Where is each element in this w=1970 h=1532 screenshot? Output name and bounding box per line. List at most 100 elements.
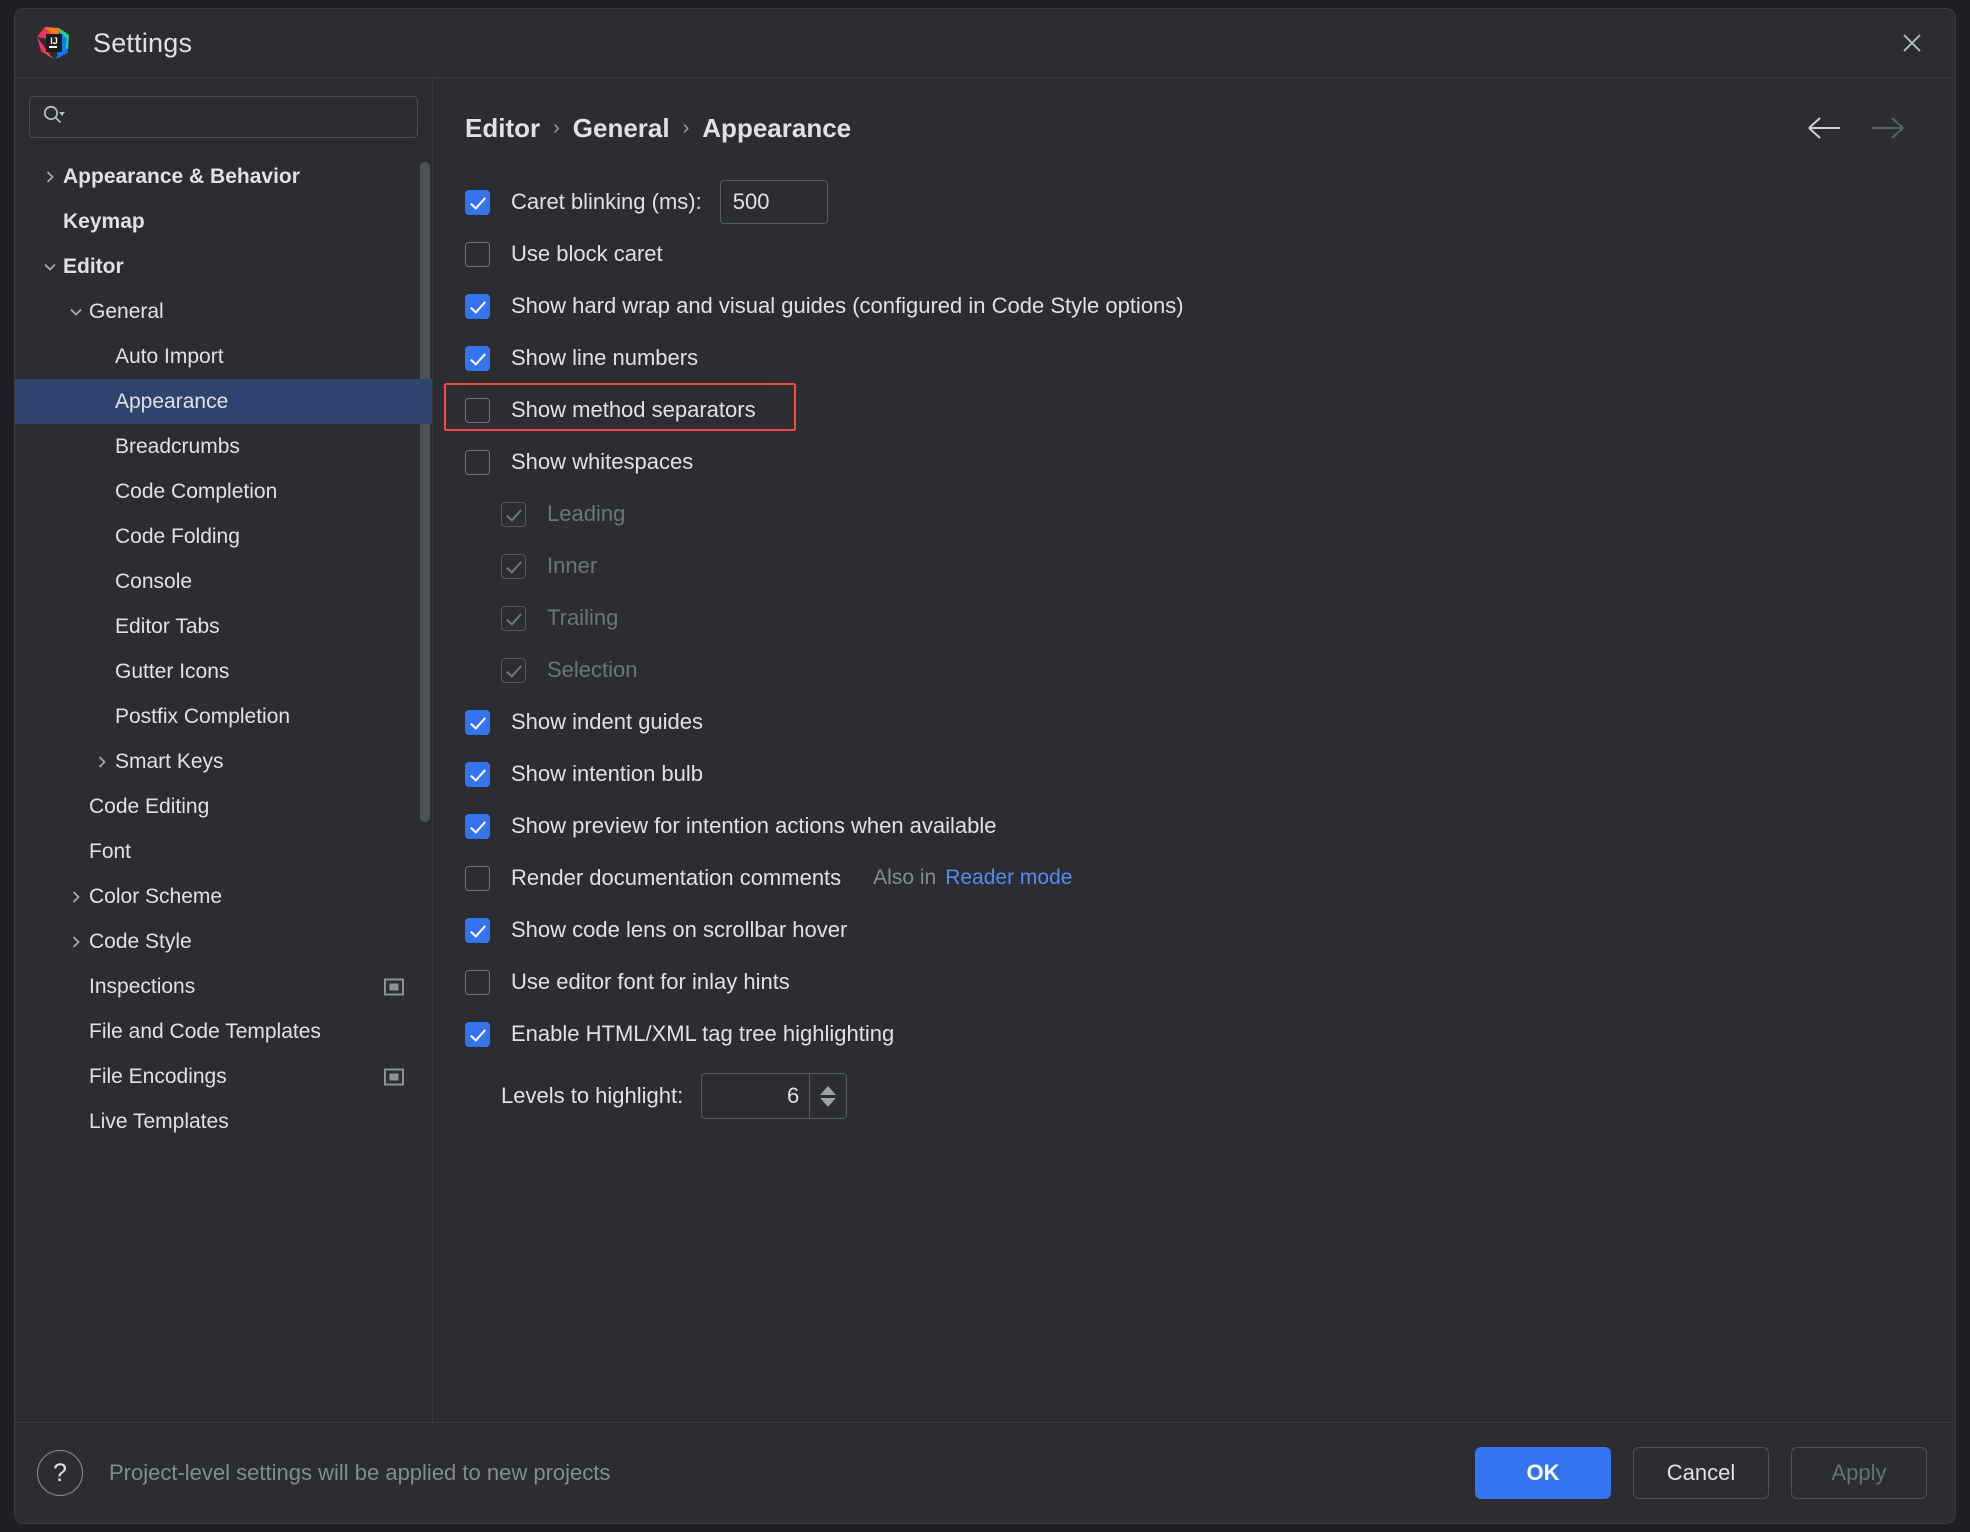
option-row-show-intention-bulb: Show intention bulb (465, 748, 1921, 800)
sidebar-item-code-folding[interactable]: Code Folding (15, 514, 432, 559)
sidebar-item-editor-tabs[interactable]: Editor Tabs (15, 604, 432, 649)
sidebar-item-label: File Encodings (89, 1064, 227, 1088)
option-row-show-hard-wrap-and-visual-guides-configured-in-code-style-options: Show hard wrap and visual guides (config… (465, 280, 1921, 332)
levels-to-highlight-stepper (701, 1073, 848, 1119)
svg-text:IJ: IJ (50, 36, 58, 46)
option-row-caret-blinking-ms: Caret blinking (ms): (465, 176, 1921, 228)
levels-to-highlight-input[interactable] (701, 1073, 810, 1119)
sidebar-item-appearance-behavior[interactable]: Appearance & Behavior (15, 154, 432, 199)
checkbox-selection (501, 657, 526, 683)
option-label: Show intention bulb (511, 761, 704, 786)
navigation-arrows (1805, 108, 1907, 148)
sidebar-item-label: Font (89, 839, 132, 863)
option-row-trailing: Trailing (465, 592, 1921, 644)
checkbox-leading (501, 501, 526, 527)
search-icon (42, 104, 66, 131)
checkbox-render-documentation-comments[interactable] (465, 865, 490, 891)
spinner-down-icon[interactable] (820, 1097, 837, 1107)
sidebar-item-code-style[interactable]: Code Style (15, 919, 432, 964)
help-icon[interactable]: ? (37, 1450, 83, 1496)
search-box[interactable] (29, 96, 418, 138)
sidebar-item-label: Postfix Completion (115, 704, 291, 728)
sidebar-item-code-completion[interactable]: Code Completion (15, 469, 432, 514)
sidebar-item-general[interactable]: General (15, 289, 432, 334)
sidebar-item-appearance[interactable]: Appearance (15, 379, 432, 424)
checkbox-show-indent-guides[interactable] (465, 709, 490, 735)
settings-content: Editor › General › Appearance Caret blinking… (433, 78, 1955, 1422)
caret-blinking-input[interactable] (719, 180, 828, 224)
sidebar-item-label: Appearance (115, 389, 229, 413)
sidebar-item-auto-import[interactable]: Auto Import (15, 334, 432, 379)
arrow-left-icon[interactable] (1805, 108, 1845, 148)
chevron-right-icon[interactable] (63, 935, 89, 949)
sidebar-item-console[interactable]: Console (15, 559, 432, 604)
option-label: Selection (547, 657, 638, 682)
sidebar-item-label: Breadcrumbs (115, 434, 240, 458)
sidebar-item-live-templates[interactable]: Live Templates (15, 1099, 432, 1144)
close-icon[interactable] (1891, 22, 1933, 64)
sidebar-item-label: Auto Import (115, 344, 224, 368)
checkbox-show-intention-bulb[interactable] (465, 761, 490, 787)
dialog-footer: ? Project-level settings will be applied… (15, 1423, 1955, 1523)
option-row-inner: Inner (465, 540, 1921, 592)
sidebar-item-smart-keys[interactable]: Smart Keys (15, 739, 432, 784)
breadcrumb: Editor › General › Appearance (465, 113, 1805, 144)
levels-to-highlight-label: Levels to highlight: (501, 1083, 684, 1108)
breadcrumb-separator: › (553, 116, 560, 139)
chevron-down-icon[interactable] (63, 305, 89, 319)
sidebar-item-keymap[interactable]: Keymap (15, 199, 432, 244)
sidebar-item-editor[interactable]: Editor (15, 244, 432, 289)
chevron-right-icon[interactable] (37, 170, 63, 184)
sidebar-item-label: Inspections (89, 974, 196, 998)
sidebar-item-gutter-icons[interactable]: Gutter Icons (15, 649, 432, 694)
sidebar-item-label: Live Templates (89, 1109, 229, 1133)
appearance-options-list: Caret blinking (ms): Use block caret Show … (433, 148, 1955, 1422)
option-label: Render documentation comments (511, 865, 842, 890)
breadcrumb-separator: › (682, 116, 690, 139)
chevron-right-icon[interactable] (63, 890, 89, 904)
checkbox-use-editor-font-for-inlay-hints[interactable] (465, 969, 490, 995)
sidebar-item-code-editing[interactable]: Code Editing (15, 784, 432, 829)
sidebar-item-label: Color Scheme (89, 884, 223, 908)
search-area (15, 78, 432, 152)
checkbox-show-preview-for-intention-actions-when-available[interactable] (465, 813, 490, 839)
footer-note: Project-level settings will be applied t… (109, 1460, 611, 1485)
sidebar-item-file-encodings[interactable]: File Encodings (15, 1054, 432, 1099)
spinner-up-icon[interactable] (820, 1085, 837, 1095)
breadcrumb-item-editor[interactable]: Editor (465, 113, 540, 144)
project-level-settings-icon (384, 1068, 404, 1085)
checkbox-enable-html-xml-tag-tree-highlighting[interactable] (465, 1021, 490, 1047)
option-row-show-code-lens-on-scrollbar-hover: Show code lens on scrollbar hover (465, 904, 1921, 956)
settings-dialog: IJ Settings Appearance & Behavior Keymap… (14, 8, 1956, 1524)
checkbox-show-line-numbers[interactable] (465, 345, 490, 371)
sidebar-item-label: Code Completion (115, 479, 278, 503)
sidebar-item-inspections[interactable]: Inspections (15, 964, 432, 1009)
sidebar-item-color-scheme[interactable]: Color Scheme (15, 874, 432, 919)
checkbox-caret-blinking-ms[interactable] (465, 189, 490, 215)
checkbox-show-method-separators[interactable] (465, 397, 490, 423)
search-input[interactable] (74, 106, 405, 128)
checkbox-show-hard-wrap-and-visual-guides-configured-in-code-style-options[interactable] (465, 293, 490, 319)
checkbox-show-code-lens-on-scrollbar-hover[interactable] (465, 917, 490, 943)
cancel-button[interactable]: Cancel (1633, 1447, 1769, 1499)
option-row-enable-html-xml-tag-tree-highlighting: Enable HTML/XML tag tree highlighting (465, 1008, 1921, 1060)
intellij-idea-logo-icon: IJ (35, 25, 71, 61)
option-label: Use editor font for inlay hints (511, 969, 790, 994)
sidebar-item-postfix-completion[interactable]: Postfix Completion (15, 694, 432, 739)
chevron-right-icon[interactable] (89, 755, 115, 769)
chevron-down-icon[interactable] (37, 260, 63, 274)
ok-button[interactable]: OK (1475, 1447, 1611, 1499)
breadcrumb-item-general[interactable]: General (573, 113, 670, 144)
reader-mode-link[interactable]: Reader mode (945, 866, 1072, 889)
sidebar-item-breadcrumbs[interactable]: Breadcrumbs (15, 424, 432, 469)
option-label: Use block caret (511, 241, 663, 266)
spinner-buttons[interactable] (809, 1073, 848, 1119)
sidebar-item-font[interactable]: Font (15, 829, 432, 874)
checkbox-show-whitespaces[interactable] (465, 449, 490, 475)
levels-to-highlight-row: Levels to highlight: (465, 1070, 1921, 1122)
option-label: Show code lens on scrollbar hover (511, 917, 848, 942)
arrow-right-icon (1867, 108, 1907, 148)
sidebar-item-file-and-code-templates[interactable]: File and Code Templates (15, 1009, 432, 1054)
window-title: Settings (93, 27, 193, 58)
checkbox-use-block-caret[interactable] (465, 241, 490, 267)
